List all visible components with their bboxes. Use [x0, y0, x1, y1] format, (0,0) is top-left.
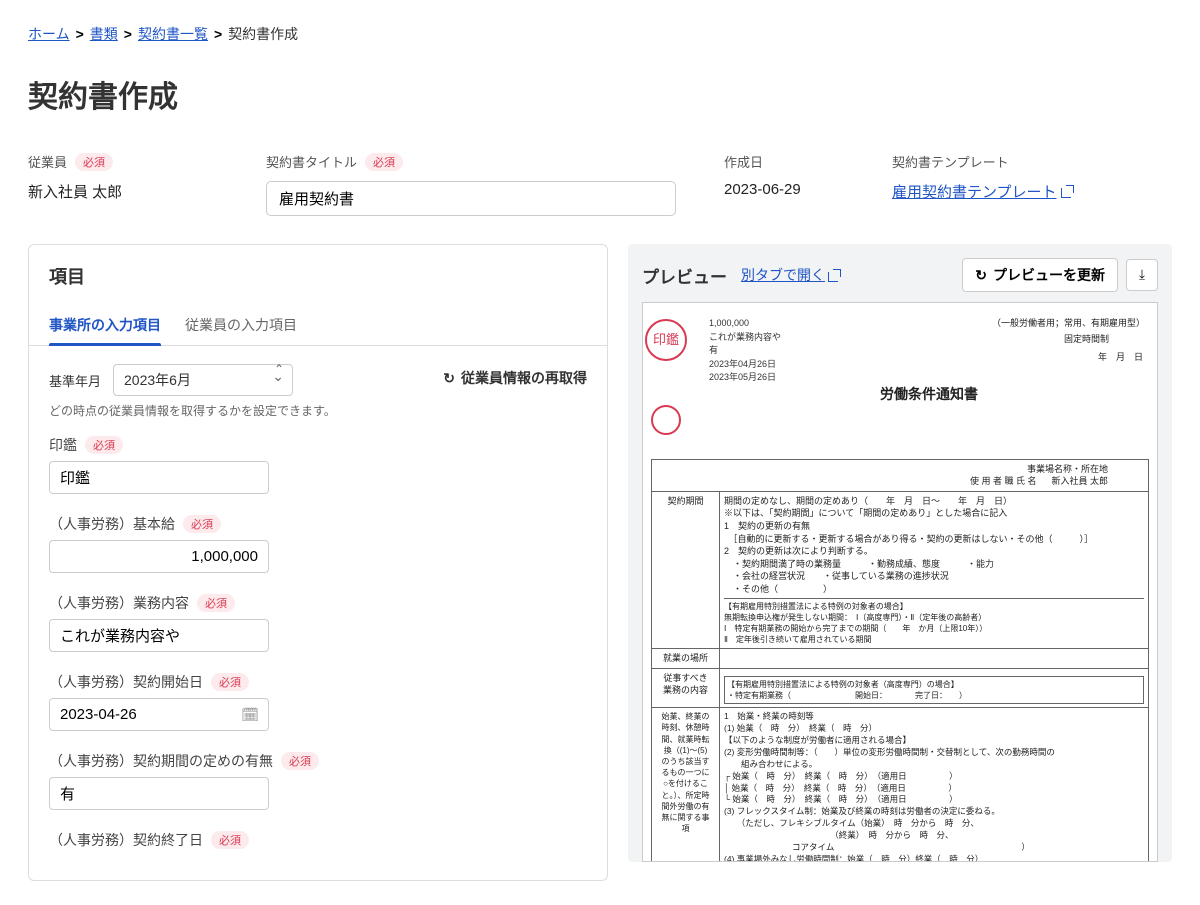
refresh-preview-button[interactable]: ↻ プレビューを更新	[962, 258, 1118, 292]
created-at-value: 2023-06-29	[724, 181, 844, 198]
breadcrumb-docs[interactable]: 書類	[90, 24, 118, 44]
download-icon: ⤓	[1139, 267, 1145, 283]
doc-row4-body: 1 始業・終業の時刻等 (1) 始業（ 時 分） 終業（ 時 分） 【以下のよう…	[720, 708, 1149, 862]
contract-title-input[interactable]	[266, 181, 676, 216]
breadcrumb-sep: >	[124, 26, 132, 42]
doc-date-blank: 年 月 日	[1098, 351, 1143, 364]
doc-note-right1: （一般労働者用；常用、有期雇用型）	[992, 317, 1145, 330]
template-link-text: 雇用契約書テンプレート	[892, 181, 1057, 202]
doc-row3-note: 【有期雇用特別措置法による特例の対象者（高度専門）の場合】 ・特定有期業務（ 開…	[724, 676, 1144, 704]
field-startdate-label: （人事労務）契約開始日	[49, 672, 203, 692]
required-badge: 必須	[365, 153, 403, 171]
doc-note-right2: 固定時間制	[1064, 333, 1109, 346]
refetch-label: 従業員情報の再取得	[461, 368, 587, 388]
items-panel-heading: 項目	[29, 245, 607, 301]
employee-value: 新入社員 太郎	[28, 181, 218, 202]
external-link-icon	[828, 269, 841, 282]
field-hasterm-label: （人事労務）契約期間の定めの有無	[49, 751, 273, 771]
download-button[interactable]: ⤓	[1126, 259, 1158, 291]
open-in-tab-link[interactable]: 別タブで開く	[741, 265, 841, 285]
refresh-preview-label: プレビューを更新	[993, 265, 1105, 285]
field-hasterm-input[interactable]	[49, 777, 269, 810]
required-badge: 必須	[183, 515, 221, 533]
template-link[interactable]: 雇用契約書テンプレート	[892, 181, 1074, 202]
reference-date-hint: どの時点の従業員情報を取得するかを設定できます。	[49, 402, 423, 419]
tab-office-items[interactable]: 事業所の入力項目	[49, 307, 161, 345]
document-preview: 印鑑 1,000,000 これが業務内容や 有 2023年04月26日 2023…	[642, 302, 1158, 862]
items-tabs: 事業所の入力項目 従業員の入力項目	[29, 307, 607, 346]
required-badge: 必須	[197, 594, 235, 612]
doc-employer: 使 用 者 職 氏 名	[970, 476, 1037, 486]
field-seal-input[interactable]	[49, 461, 269, 494]
doc-date2: 2023年05月26日	[709, 371, 1149, 384]
refetch-employee-button[interactable]: ↻ 従業員情報の再取得	[443, 368, 587, 388]
field-basepay-input[interactable]	[49, 540, 269, 573]
label-contract-title: 契約書タイトル	[266, 152, 357, 171]
seal-stamp-icon	[651, 405, 681, 435]
field-seal-label: 印鑑	[49, 435, 77, 455]
doc-table: 事業場名称・所在地 使 用 者 職 氏 名 新入社員 太郎 契約期間 期間の定め…	[651, 459, 1149, 862]
doc-title: 労働条件通知書	[709, 385, 1149, 405]
doc-emp-name: 新入社員 太郎	[1051, 476, 1108, 486]
label-template: 契約書テンプレート	[892, 152, 1009, 171]
preview-heading: プレビュー	[642, 263, 727, 288]
reference-date-select[interactable]: 2023年6月	[113, 364, 293, 396]
breadcrumb-home[interactable]: ホーム	[28, 24, 70, 44]
field-jobdesc-input[interactable]	[49, 619, 269, 652]
breadcrumb-sep: >	[76, 26, 84, 42]
reference-date-label: 基準年月	[49, 371, 101, 390]
doc-row1-label: 契約期間	[652, 491, 720, 649]
doc-place-name: 事業場名称・所在地	[1027, 464, 1108, 474]
doc-row1-body: 期間の定めなし、期間の定めあり（ 年 月 日〜 年 月 日） ※以下は、「契約期…	[724, 495, 1144, 596]
breadcrumb-current: 契約書作成	[228, 24, 298, 44]
breadcrumb: ホーム > 書類 > 契約書一覧 > 契約書作成	[28, 24, 1172, 44]
tab-employee-items[interactable]: 従業員の入力項目	[185, 307, 297, 345]
external-link-icon	[1061, 185, 1074, 198]
refresh-icon: ↻	[975, 267, 987, 284]
field-basepay-label: （人事労務）基本給	[49, 514, 175, 534]
refresh-icon: ↻	[443, 370, 455, 387]
open-in-tab-text: 別タブで開く	[741, 265, 825, 285]
doc-row1-note: 【有期雇用特別措置法による特例の対象者の場合】 無期転換申込権が発生しない期間：…	[724, 598, 1144, 646]
label-employee: 従業員	[28, 152, 67, 171]
required-badge: 必須	[75, 153, 113, 171]
doc-row2-label: 就業の場所	[652, 649, 720, 669]
doc-row4-label: 始業、終業の 時刻、休憩時 間、就業時転 換（(1)〜(5) のうち該当す るも…	[652, 708, 720, 862]
page-title: 契約書作成	[28, 72, 1172, 116]
field-enddate-label: （人事労務）契約終了日	[49, 830, 203, 850]
doc-row3-label: 従事すべき 業務の内容	[652, 668, 720, 707]
items-panel: 項目 事業所の入力項目 従業員の入力項目 基準年月 2023年6月 どの時点の従…	[28, 244, 608, 881]
required-badge: 必須	[211, 673, 249, 691]
label-created-at: 作成日	[724, 152, 763, 171]
doc-has: 有	[709, 344, 1149, 357]
field-startdate-input[interactable]	[49, 698, 269, 731]
preview-panel: プレビュー 別タブで開く ↻ プレビューを更新 ⤓ 印鑑	[628, 244, 1172, 862]
doc-date1: 2023年04月26日	[709, 358, 1149, 371]
breadcrumb-list[interactable]: 契約書一覧	[138, 24, 208, 44]
required-badge: 必須	[281, 752, 319, 770]
required-badge: 必須	[211, 831, 249, 849]
breadcrumb-sep: >	[214, 26, 222, 42]
header-form: 従業員 必須 新入社員 太郎 契約書タイトル 必須 作成日 2023-06-29…	[28, 152, 1172, 216]
required-badge: 必須	[85, 436, 123, 454]
field-jobdesc-label: （人事労務）業務内容	[49, 593, 189, 613]
